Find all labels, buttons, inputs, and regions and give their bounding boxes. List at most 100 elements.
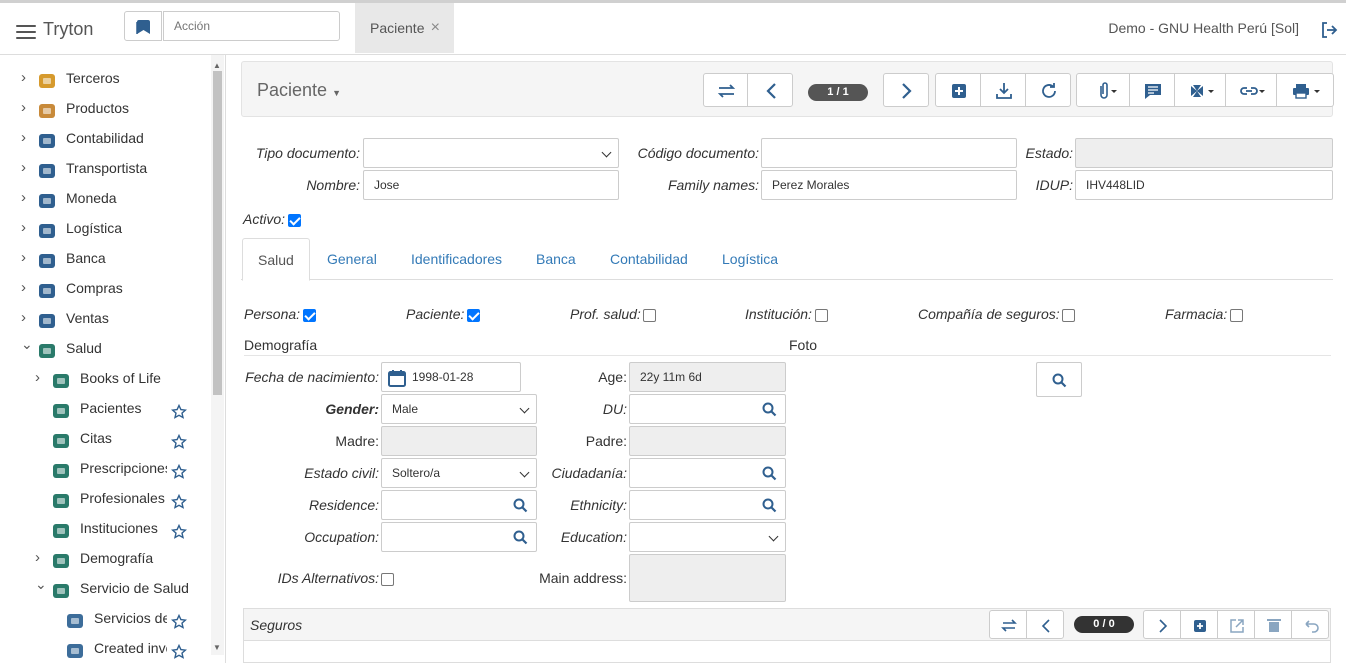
logout-icon[interactable] <box>1320 21 1338 39</box>
sidebar-item-productos[interactable]: › Productos <box>0 93 210 123</box>
du-input[interactable] <box>629 394 786 424</box>
chevron-right-icon[interactable]: › <box>21 220 31 235</box>
tab-general[interactable]: General <box>312 238 392 280</box>
chevron-down-icon[interactable]: ⌄ <box>21 337 33 351</box>
seguros-previous-button[interactable] <box>1026 610 1064 639</box>
search-icon[interactable] <box>762 498 777 513</box>
institucion-checkbox[interactable] <box>815 309 828 322</box>
tab-identificadores[interactable]: Identificadores <box>396 238 517 280</box>
sidebar-item-terceros[interactable]: › Terceros <box>0 63 210 93</box>
print-button[interactable] <box>1276 73 1334 107</box>
star-icon[interactable] <box>170 400 188 419</box>
sidebar-item-moneda[interactable]: › Moneda <box>0 183 210 213</box>
education-select[interactable] <box>629 522 786 552</box>
prof-salud-checkbox[interactable] <box>643 309 656 322</box>
seguros-switch-button[interactable] <box>989 610 1027 639</box>
new-button[interactable] <box>935 73 981 107</box>
tab-paciente[interactable]: Paciente × <box>355 3 454 53</box>
tab-contabilidad[interactable]: Contabilidad <box>595 238 703 280</box>
paciente-checkbox[interactable] <box>467 309 480 322</box>
tipo-documento-select[interactable] <box>363 138 619 168</box>
sidebar-item-logística[interactable]: › Logística <box>0 213 210 243</box>
sidebar-item-created-invoices[interactable]: Created invoices <box>0 633 210 663</box>
sidebar-item-citas[interactable]: Citas <box>0 423 210 453</box>
chevron-right-icon[interactable]: › <box>21 130 31 145</box>
tab-salud[interactable]: Salud <box>242 238 310 281</box>
attachment-button[interactable] <box>1076 73 1130 107</box>
seguros-delete-button[interactable] <box>1254 610 1292 639</box>
scroll-up-icon[interactable]: ▲ <box>213 61 221 70</box>
seguros-undo-button[interactable] <box>1291 610 1329 639</box>
codigo-documento-input[interactable] <box>761 138 1017 168</box>
action-input[interactable] <box>163 11 340 41</box>
save-button[interactable] <box>980 73 1026 107</box>
sidebar-item-contabilidad[interactable]: › Contabilidad <box>0 123 210 153</box>
ids-alternativos-checkbox[interactable] <box>381 573 394 586</box>
sidebar-item-compras[interactable]: › Compras <box>0 273 210 303</box>
star-icon[interactable] <box>170 490 188 509</box>
star-icon[interactable] <box>170 460 188 479</box>
sidebar-item-demografía[interactable]: › Demografía <box>0 543 210 573</box>
star-icon[interactable] <box>170 610 188 629</box>
sidebar-item-books-of-life[interactable]: › Books of Life <box>0 363 210 393</box>
search-icon[interactable] <box>513 530 528 545</box>
scroll-down-icon[interactable]: ▼ <box>213 643 221 652</box>
foto-search-button[interactable] <box>1036 362 1082 397</box>
nombre-input[interactable]: Jose <box>363 170 619 200</box>
menu-icon[interactable] <box>16 25 36 39</box>
compania-seguros-checkbox[interactable] <box>1062 309 1075 322</box>
form-title[interactable]: Paciente ▼ <box>257 80 341 101</box>
star-icon[interactable] <box>170 640 188 659</box>
sidebar-item-profesionales[interactable]: Profesionales <box>0 483 210 513</box>
occupation-input[interactable] <box>381 522 537 552</box>
seguros-new-button[interactable] <box>1180 610 1218 639</box>
search-icon[interactable] <box>762 466 777 481</box>
seguros-next-button[interactable] <box>1143 610 1181 639</box>
sidebar-item-servicio-de-salud[interactable]: ⌄ Servicio de Salud <box>0 573 210 603</box>
gender-select[interactable]: Male <box>381 394 537 424</box>
farmacia-checkbox[interactable] <box>1230 309 1243 322</box>
sidebar-item-prescripciones[interactable]: Prescripciones <box>0 453 210 483</box>
star-icon[interactable] <box>170 520 188 539</box>
sidebar-item-pacientes[interactable]: Pacientes <box>0 393 210 423</box>
chevron-right-icon[interactable]: › <box>35 550 45 565</box>
action-button[interactable] <box>1174 73 1226 107</box>
ethnicity-input[interactable] <box>629 490 786 520</box>
sidebar-item-salud[interactable]: ⌄ Salud <box>0 333 210 363</box>
chevron-right-icon[interactable]: › <box>21 250 31 265</box>
reload-button[interactable] <box>1025 73 1071 107</box>
activo-checkbox[interactable] <box>288 214 301 227</box>
star-icon[interactable] <box>170 430 188 449</box>
seguros-open-button[interactable] <box>1217 610 1255 639</box>
fecha-nacimiento-input[interactable]: 1998-01-28 <box>381 362 521 392</box>
close-icon[interactable]: × <box>431 3 440 53</box>
tab-banca[interactable]: Banca <box>521 238 591 280</box>
note-button[interactable] <box>1129 73 1175 107</box>
next-button[interactable] <box>883 73 929 107</box>
idup-input[interactable]: IHV448LID <box>1075 170 1333 200</box>
chevron-right-icon[interactable]: › <box>21 160 31 175</box>
chevron-right-icon[interactable]: › <box>35 370 45 385</box>
user-info[interactable]: Demo - GNU Health Perú [Sol] <box>1108 20 1299 36</box>
sidebar-item-instituciones[interactable]: Instituciones <box>0 513 210 543</box>
previous-button[interactable] <box>747 73 793 107</box>
switch-view-button[interactable] <box>703 73 748 107</box>
residence-input[interactable] <box>381 490 537 520</box>
chevron-right-icon[interactable]: › <box>21 280 31 295</box>
chevron-right-icon[interactable]: › <box>21 190 31 205</box>
family-names-input[interactable]: Perez Morales <box>761 170 1017 200</box>
chevron-right-icon[interactable]: › <box>21 310 31 325</box>
chevron-right-icon[interactable]: › <box>21 100 31 115</box>
ciudadania-input[interactable] <box>629 458 786 488</box>
chevron-down-icon[interactable]: ⌄ <box>35 577 47 591</box>
estado-civil-select[interactable]: Soltero/a <box>381 458 537 488</box>
bookmarks-button[interactable] <box>124 11 162 41</box>
sidebar-item-transportista[interactable]: › Transportista <box>0 153 210 183</box>
calendar-icon[interactable] <box>387 368 407 388</box>
tab-logistica[interactable]: Logística <box>707 238 793 280</box>
sidebar-scroll-thumb[interactable] <box>213 71 222 395</box>
sidebar-item-banca[interactable]: › Banca <box>0 243 210 273</box>
chevron-right-icon[interactable]: › <box>21 70 31 85</box>
relate-button[interactable] <box>1225 73 1277 107</box>
sidebar-item-ventas[interactable]: › Ventas <box>0 303 210 333</box>
